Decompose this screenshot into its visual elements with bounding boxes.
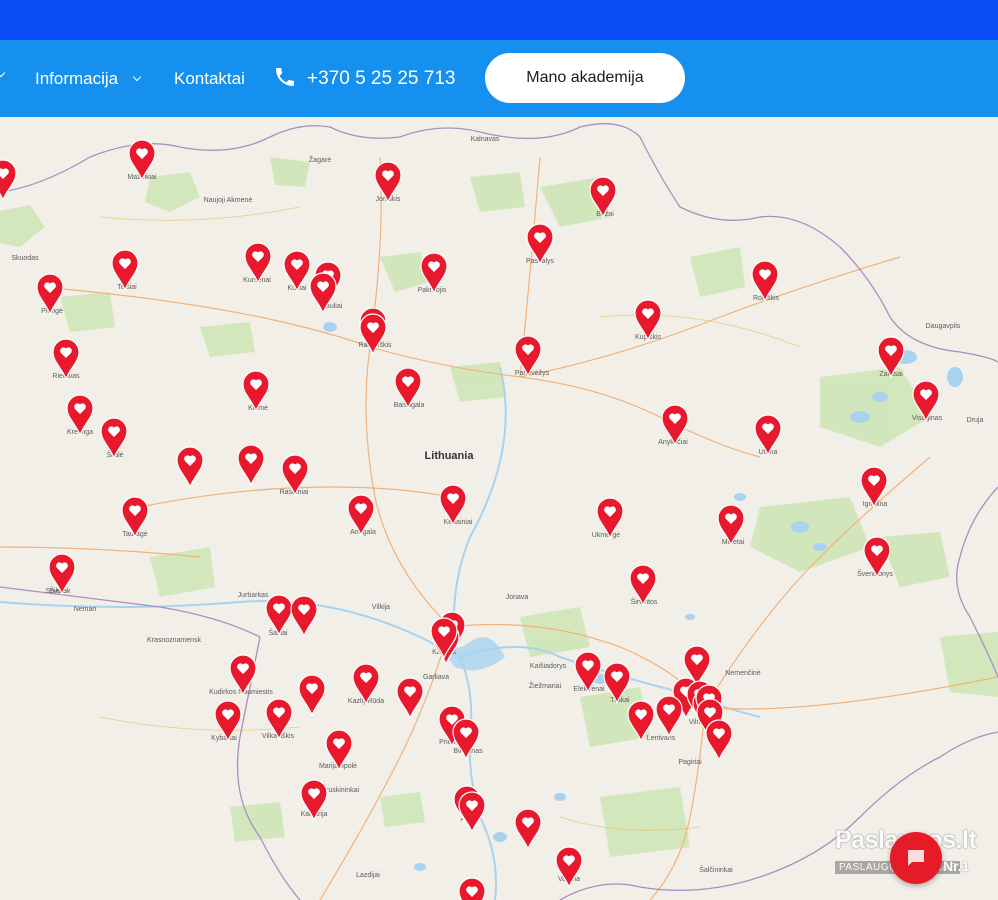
place-label: Druja (966, 417, 984, 424)
location-marker-icon[interactable] (300, 779, 328, 822)
place-label: Jonava (505, 594, 529, 601)
location-marker-icon[interactable] (265, 698, 293, 741)
top-strip (0, 0, 998, 40)
place-label: Daugavpils (925, 323, 961, 330)
location-marker-icon[interactable] (430, 617, 458, 660)
location-marker-icon[interactable] (877, 336, 905, 379)
nav-item-kontaktai[interactable]: Kontaktai (174, 40, 245, 117)
location-marker-icon[interactable] (298, 674, 326, 717)
location-marker-icon[interactable] (705, 719, 733, 762)
location-marker-icon[interactable] (48, 553, 76, 596)
location-marker-icon[interactable] (751, 260, 779, 303)
phone-icon (276, 68, 294, 86)
location-marker-icon[interactable] (52, 338, 80, 381)
location-marker-icon[interactable] (242, 370, 270, 413)
place-label: Šalčininkai (699, 867, 733, 874)
phone-link[interactable]: +370 5 25 25 713 (307, 40, 455, 117)
paslaugos-nr: Nr.1 (943, 858, 970, 874)
mano-akademija-button[interactable]: Mano akademija (485, 53, 685, 103)
location-marker-icon[interactable] (66, 394, 94, 437)
location-marker-icon[interactable] (283, 250, 311, 293)
place-label: Pagiriai (678, 759, 702, 766)
location-marker-icon[interactable] (603, 662, 631, 705)
chevron-down-icon[interactable] (0, 68, 6, 78)
location-marker-icon[interactable] (359, 313, 387, 356)
location-marker-icon[interactable] (629, 564, 657, 607)
location-marker-icon[interactable] (596, 497, 624, 540)
place-label: Krasnoznamensk (146, 637, 202, 644)
location-marker-icon[interactable] (100, 417, 128, 460)
country-label: Lithuania (424, 450, 474, 462)
place-label: Kalnavas (470, 136, 500, 143)
location-marker-icon[interactable] (514, 335, 542, 378)
location-marker-icon[interactable] (860, 466, 888, 509)
location-marker-icon[interactable] (661, 404, 689, 447)
location-marker-icon[interactable] (214, 700, 242, 743)
place-label: Neman (73, 606, 97, 613)
place-label: Žagarė (308, 157, 332, 164)
location-marker-icon[interactable] (655, 695, 683, 738)
chevron-down-icon (132, 72, 142, 81)
nav-item-informacija[interactable]: Informacija (35, 40, 142, 117)
location-marker-icon[interactable] (290, 595, 318, 638)
location-marker-icon[interactable] (281, 454, 309, 497)
location-marker-icon[interactable] (627, 700, 655, 743)
location-marker-icon[interactable] (352, 663, 380, 706)
nav-informacija-label: Informacija (35, 68, 119, 88)
map-basemap (0, 117, 998, 900)
location-marker-icon[interactable] (374, 161, 402, 204)
place-label: Vilkija (371, 604, 391, 611)
location-marker-icon[interactable] (514, 808, 542, 851)
location-marker-icon[interactable] (128, 139, 156, 182)
location-marker-icon[interactable] (111, 249, 139, 292)
chat-icon (908, 850, 924, 866)
location-marker-icon[interactable] (244, 242, 272, 285)
place-label: Garliava (422, 674, 450, 681)
location-marker-icon[interactable] (36, 273, 64, 316)
location-marker-icon[interactable] (396, 677, 424, 720)
location-marker-icon[interactable] (458, 877, 486, 900)
location-marker-icon[interactable] (574, 651, 602, 694)
nav-kontaktai-label: Kontaktai (174, 68, 245, 88)
location-marker-icon[interactable] (555, 846, 583, 889)
location-marker-icon[interactable] (863, 536, 891, 579)
place-label: Skuodas (11, 255, 39, 262)
location-marker-icon[interactable] (229, 654, 257, 697)
location-marker-icon[interactable] (439, 484, 467, 527)
place-label: Lazdijai (356, 872, 380, 879)
location-marker-icon[interactable] (912, 380, 940, 423)
location-marker-icon[interactable] (589, 176, 617, 219)
location-marker-icon[interactable] (458, 791, 486, 834)
place-label: Naujoji Akmenė (203, 197, 253, 204)
phone-number: +370 5 25 25 713 (307, 67, 456, 89)
location-marker-icon[interactable] (0, 159, 17, 202)
chat-button[interactable] (890, 832, 942, 884)
location-marker-icon[interactable] (347, 494, 375, 537)
location-marker-icon[interactable] (325, 729, 353, 772)
location-marker-icon[interactable] (121, 496, 149, 539)
location-marker-icon[interactable] (634, 299, 662, 342)
location-marker-icon[interactable] (754, 414, 782, 457)
place-label: Žiežmariai (528, 683, 562, 690)
place-label: Kaišiadorys (529, 663, 567, 670)
location-marker-icon[interactable] (265, 594, 293, 637)
location-marker-icon[interactable] (717, 504, 745, 547)
location-marker-icon[interactable] (526, 223, 554, 266)
map[interactable]: Mažeikiai Joniškis Biržai Pasvalys Kuršė… (0, 117, 998, 900)
location-marker-icon[interactable] (237, 444, 265, 487)
place-label: Jurbarkas (237, 592, 269, 599)
location-marker-icon[interactable] (394, 367, 422, 410)
place-label: Nemenčinė (725, 670, 761, 677)
location-marker-icon[interactable] (176, 446, 204, 489)
location-marker-icon[interactable] (452, 718, 480, 761)
location-marker-icon[interactable] (309, 272, 337, 315)
location-marker-icon[interactable] (420, 252, 448, 295)
